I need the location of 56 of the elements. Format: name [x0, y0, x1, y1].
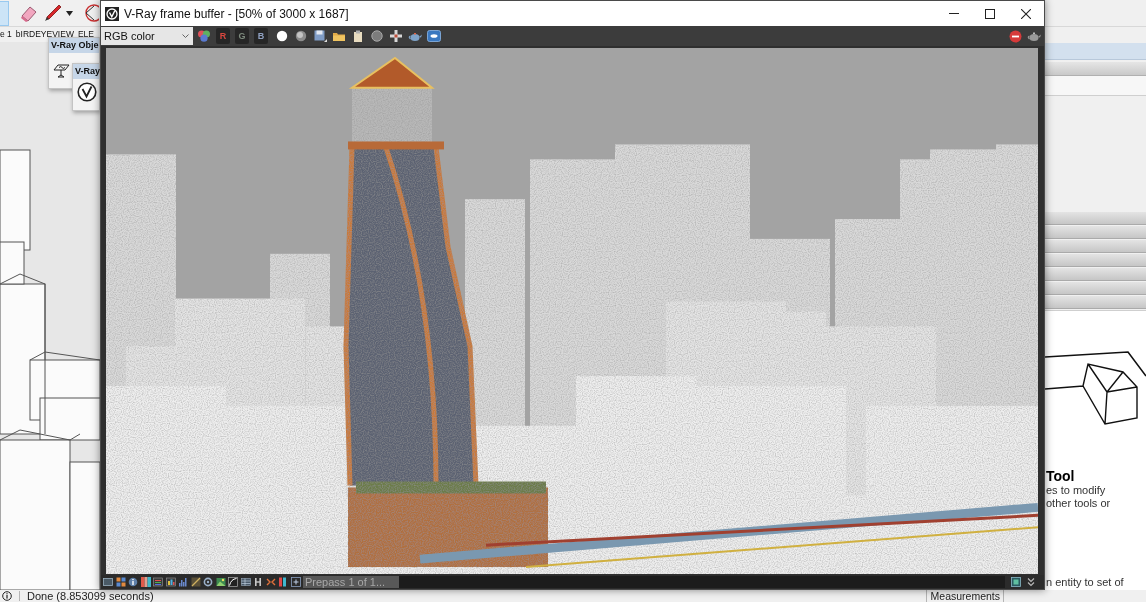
instructor-text: other tools or: [1045, 497, 1112, 510]
save-icon[interactable]: [313, 29, 327, 43]
cross-icon[interactable]: [389, 29, 403, 43]
curve-icon[interactable]: [228, 577, 238, 587]
pencil-icon[interactable]: [44, 4, 62, 22]
diagonal-icon[interactable]: [190, 577, 201, 587]
scene-tab[interactable]: ELE: [77, 30, 94, 39]
app-logo-icon: [105, 6, 119, 21]
plus-box-icon[interactable]: [290, 577, 301, 587]
plane-icon[interactable]: [53, 62, 70, 78]
gradient-icon[interactable]: [140, 577, 151, 587]
channel-button[interactable]: G: [235, 28, 249, 44]
window-icon[interactable]: [103, 577, 113, 587]
maximize-icon[interactable]: [985, 8, 995, 19]
panel-icon[interactable]: [1010, 577, 1021, 587]
toolbar-title: V-Ray: [73, 64, 99, 79]
histogram-icon[interactable]: [178, 577, 188, 587]
color-circles-icon[interactable]: [197, 29, 211, 43]
chevrons-down-icon[interactable]: [1026, 577, 1036, 587]
bars-icon[interactable]: [165, 577, 176, 587]
window-title: V-Ray frame buffer - [50% of 3000 x 1687]: [124, 7, 349, 20]
gear-icon[interactable]: [203, 577, 213, 587]
caret-icon[interactable]: [66, 10, 73, 16]
clipboard-icon[interactable]: [351, 29, 365, 43]
teapot-icon[interactable]: [1027, 30, 1041, 42]
progress-text: Prepass 1 of 1...: [305, 576, 386, 588]
scene-tab[interactable]: e 1: [0, 30, 12, 39]
table-icon[interactable]: [240, 577, 251, 587]
h-shape-icon[interactable]: [253, 577, 263, 587]
levels-icon[interactable]: [153, 577, 163, 587]
channel-button[interactable]: R: [216, 28, 230, 44]
info-circle-icon[interactable]: [128, 577, 138, 587]
status-message: Done (8.853099 seconds): [27, 590, 154, 602]
instructor-text: n entity to set of: [1045, 576, 1125, 590]
toolbar-title: V-Ray Obje: [49, 38, 99, 53]
dot-icon[interactable]: [275, 29, 289, 43]
grid-icon[interactable]: [115, 577, 126, 587]
channel-dropdown[interactable]: RGB color: [101, 27, 193, 45]
instructor-heading: Tool: [1045, 469, 1076, 483]
picture-icon[interactable]: [215, 577, 226, 587]
sphere-icon[interactable]: [294, 29, 308, 43]
tile-icon[interactable]: [427, 29, 441, 43]
channel-button[interactable]: B: [254, 28, 268, 44]
color-bar-icon[interactable]: [278, 577, 288, 587]
scene-tab[interactable]: bIRDEYEVIEW: [15, 30, 74, 39]
circle-icon[interactable]: [370, 29, 384, 43]
instructor-text: es to modify: [1045, 484, 1107, 497]
circle-logo-icon[interactable]: [77, 82, 97, 102]
measurements-label: Measurements: [930, 590, 1000, 602]
eraser-icon[interactable]: [20, 4, 37, 22]
stop-icon[interactable]: [1009, 29, 1022, 43]
info-icon[interactable]: [2, 591, 12, 601]
chevron-down-icon: [182, 34, 189, 38]
arc-icon[interactable]: [83, 4, 99, 22]
arrows-icon[interactable]: [265, 577, 276, 587]
close-icon[interactable]: [1021, 8, 1031, 19]
